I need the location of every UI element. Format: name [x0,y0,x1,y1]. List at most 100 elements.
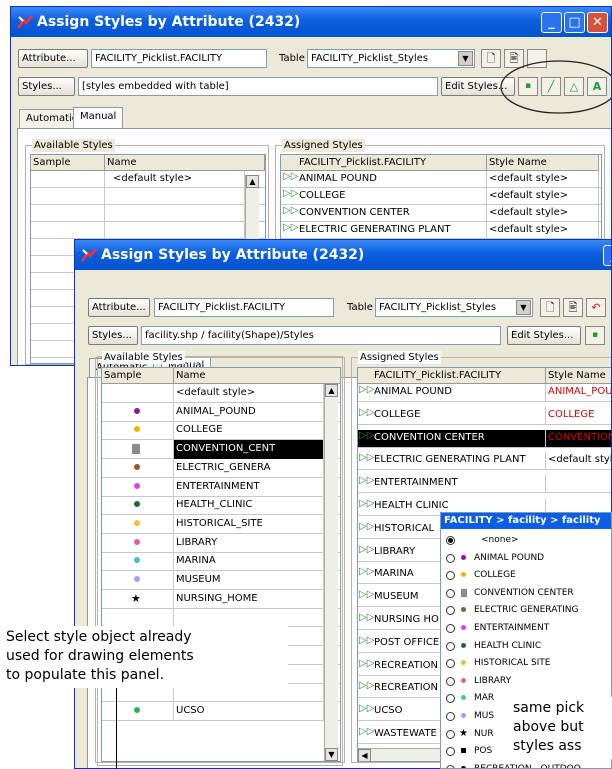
list-item[interactable]: <default style> [102,384,340,403]
styles-field[interactable]: facility.shp / facility(Shape)/Styles [141,326,501,345]
radio-button[interactable] [446,536,455,545]
list-item[interactable]: ELECTRIC_GENERA [102,458,340,478]
chevron-down-icon[interactable]: ▼ [458,51,473,66]
close-button[interactable]: ✕ [587,12,608,33]
list-item[interactable]: MARINA [102,552,340,572]
maximize-button[interactable]: □ [564,12,585,33]
picklist-item[interactable]: COLLEGE [441,568,611,582]
undo-icon[interactable]: ↶ [586,298,606,317]
column-header-facility[interactable]: FACILITY_Picklist.FACILITY [358,368,546,384]
tab-manual[interactable]: Manual [73,107,124,129]
edit-styles-button[interactable]: Edit Styles... [507,326,581,345]
picklist-item[interactable]: HEALTH CLINIC [441,639,611,653]
table-row[interactable]: COLLEGE ▷▷ COLLEGE [358,406,611,425]
styles-button[interactable]: Styles... [18,77,75,96]
assign-arrow-icon[interactable]: ▷▷ [359,384,374,395]
assign-arrow-icon[interactable]: ▷▷ [359,475,374,486]
radio-button[interactable] [446,712,455,721]
picklist-item[interactable]: ANIMAL POUND [441,551,611,565]
chevron-down-icon[interactable]: ▼ [516,300,531,315]
list-item[interactable] [31,188,265,205]
styles-button[interactable]: Styles... [88,326,138,345]
table-combo[interactable]: FACILITY_Picklist_Styles ▼ [375,298,533,317]
list-item[interactable]: HISTORICAL_SITE [102,514,340,534]
assign-arrow-icon[interactable]: ▷▷ [359,521,374,532]
attribute-button[interactable]: Attribute... [88,298,150,317]
radio-button[interactable] [446,571,455,581]
radio-button[interactable] [446,659,455,669]
picklist-item[interactable]: RECREATION - OUTDOO [441,762,611,768]
radio-button[interactable] [446,694,455,704]
list-item[interactable]: ENTERTAINMENT [102,477,340,497]
new-table-icon[interactable]: 🗋 [540,298,560,317]
radio-button[interactable] [446,729,455,739]
list-item[interactable]: MUSEUM [102,571,340,590]
list-item[interactable]: CONVENTION_CENT [102,440,340,460]
column-header-name[interactable]: Name [174,368,340,384]
list-item[interactable]: ★ NURSING_HOME [102,589,340,609]
column-header-facility[interactable]: FACILITY_Picklist.FACILITY [281,155,487,171]
radio-button[interactable] [446,676,455,686]
assign-arrow-icon[interactable]: ▷▷ [359,430,374,441]
list-item[interactable]: LIBRARY [102,533,340,553]
radio-button[interactable] [446,641,455,651]
column-header-name[interactable]: Name [105,155,265,171]
table-row[interactable]: ▷▷ ELECTRIC GENERATING PLANT <default styl… [281,222,601,239]
available-scrollbar[interactable]: ▲ ▼ [324,384,338,761]
assign-arrow-icon[interactable]: ▷▷ [359,544,374,555]
list-item[interactable]: <default style> [31,171,265,188]
picklist-item[interactable]: ELECTRIC GENERATING [441,603,611,617]
radio-button[interactable] [446,553,455,563]
picklist-item[interactable]: ENTERTAINMENT [441,621,611,635]
scroll-left-icon[interactable]: ◀ [358,749,371,761]
table-row[interactable]: ENTERTAINMENT ▷▷ [358,475,611,494]
list-item[interactable] [31,205,265,222]
table-row[interactable]: ▷▷ ANIMAL POUND <default style> [281,171,601,188]
point-style-icon[interactable]: ▪ [585,326,605,345]
list-item[interactable] [102,608,340,628]
assign-arrow-icon[interactable]: ▷▷ [359,703,374,714]
picklist-item[interactable]: HISTORICAL SITE [441,656,611,670]
assign-arrow-icon[interactable]: ▷▷ [359,407,374,418]
table-row[interactable]: ELECTRIC GENERATING PLANT ▷▷ <default styl [358,452,611,471]
radio-button[interactable] [446,588,455,598]
column-header-sample[interactable]: Sample [102,368,174,384]
column-header-sample[interactable]: Sample [31,155,105,171]
minimize-button[interactable]: _ [541,12,562,33]
assign-arrow-icon[interactable]: ▷▷ [359,566,374,577]
back-window-titlebar[interactable]: Assign Styles by Attribute (2432) _ □ ✕ [11,7,611,37]
assign-arrow-icon[interactable]: ▷▷ [359,658,374,669]
assign-arrow-icon[interactable]: ▷▷ [359,726,374,737]
table-row[interactable]: ▷▷ CONVENTION CENTER <default style> [281,205,601,222]
assign-arrow-icon[interactable]: ▷▷ [359,452,374,463]
table-row[interactable]: ▷▷ COLLEGE <default style> [281,188,601,205]
assign-arrow-icon[interactable]: ▷▷ [359,680,374,691]
front-window-titlebar[interactable]: Assign Styles by Attribute (2432) _ [75,240,611,270]
radio-button[interactable] [446,747,455,757]
assign-arrow-icon[interactable]: ▷▷ [359,589,374,600]
column-header-style-name[interactable]: Style Name [546,368,611,384]
assign-arrow-icon[interactable]: ▷▷ [359,635,374,646]
assign-arrow-icon[interactable]: ▷▷ [359,612,374,623]
picklist-item[interactable]: LIBRARY [441,674,611,688]
table-row[interactable]: ANIMAL POUND ▷▷ ANIMAL_POU [358,384,611,402]
list-item[interactable]: ANIMAL_POUND [102,402,340,422]
edit-table-icon[interactable]: 🖹 [563,298,583,317]
column-header-style-name[interactable]: Style Name [487,155,599,171]
table-combo[interactable]: FACILITY_Picklist_Styles ▼ [307,49,475,68]
list-item[interactable]: UCSO [102,701,340,721]
attribute-field[interactable]: FACILITY_Picklist.FACILITY [154,298,334,317]
minimize-button[interactable]: _ [603,245,611,266]
picklist-item[interactable]: <none> [441,533,611,547]
list-item[interactable] [31,222,265,239]
scroll-up-icon[interactable]: ▲ [246,175,259,188]
attribute-field[interactable]: FACILITY_Picklist.FACILITY [91,49,267,68]
new-table-icon[interactable]: 🗋 [481,49,501,68]
styles-field[interactable]: [styles embedded with table] [78,77,438,96]
radio-button[interactable] [446,764,455,768]
assign-arrow-icon[interactable]: ▷▷ [359,498,374,509]
scroll-down-icon[interactable]: ▼ [325,748,338,761]
list-item[interactable]: HEALTH_CLINIC [102,496,340,516]
picklist-item[interactable]: CONVENTION CENTER [441,586,611,600]
attribute-button[interactable]: Attribute... [18,49,88,68]
